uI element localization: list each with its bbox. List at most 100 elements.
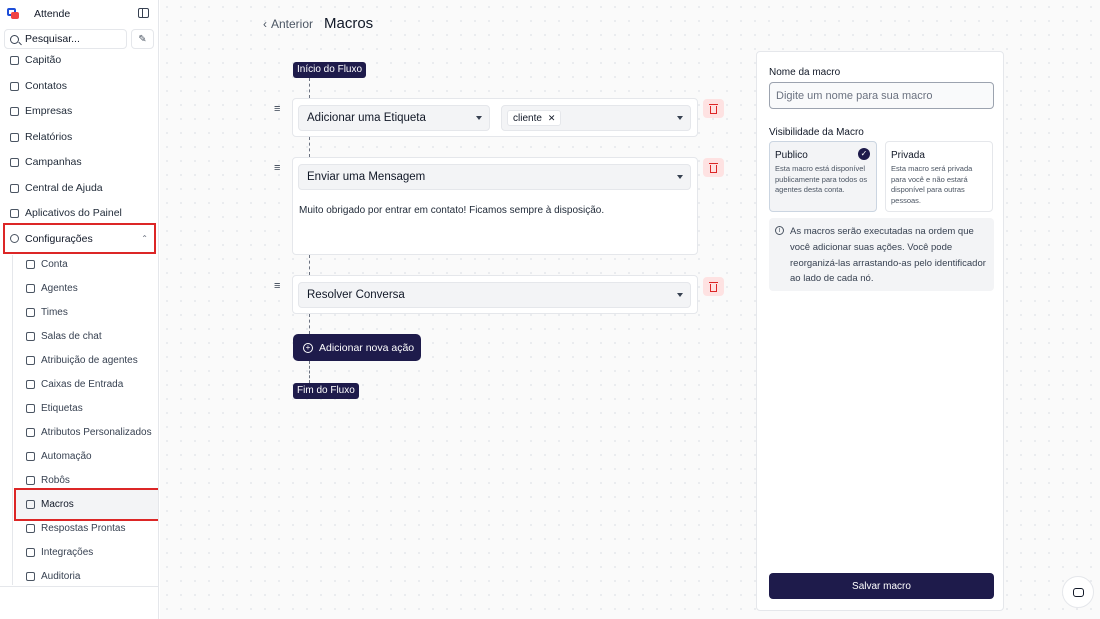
macro-settings-panel: Nome da macro Visibilidade da Macro Publ… <box>756 51 1004 611</box>
compose-button[interactable]: ✎ <box>131 29 154 49</box>
building-icon <box>10 106 19 116</box>
add-action-button[interactable]: + Adicionar nova ação <box>293 334 421 361</box>
sidebar-subitem-label: Robôs <box>41 474 70 486</box>
sidebar-subitem-audit[interactable]: Auditoria <box>26 568 80 584</box>
back-label: Anterior <box>271 17 314 31</box>
tag-select[interactable]: cliente ✕ <box>501 105 691 131</box>
sidebar-subitem-inboxes[interactable]: Caixas de Entrada <box>26 376 123 392</box>
action-type-value: Enviar uma Mensagem <box>307 171 426 183</box>
sidebar-subitem-agent-assignment[interactable]: Atribuição de agentes <box>26 352 138 368</box>
action-node: Adicionar uma Etiqueta cliente ✕ <box>292 98 698 137</box>
sidebar-subitem-bots[interactable]: Robôs <box>26 472 70 488</box>
user-assign-icon <box>26 355 35 365</box>
search-input[interactable]: Pesquisar... <box>4 29 127 49</box>
flow-connector <box>309 314 310 334</box>
submenu-guide-line <box>12 255 13 585</box>
sidebar-item-dashboard-apps[interactable]: Aplicativos do Painel <box>10 205 122 221</box>
visibility-public-option[interactable]: Publico Esta macro está disponível publi… <box>769 141 877 212</box>
save-macro-button[interactable]: Salvar macro <box>769 573 994 599</box>
sidebar-subitem-agents[interactable]: Agentes <box>26 280 78 296</box>
app-name: Attende <box>34 8 71 20</box>
grid-plus-icon <box>10 208 19 218</box>
divider <box>0 586 158 587</box>
canned-response-icon <box>26 523 35 533</box>
calendar-icon <box>26 500 35 509</box>
sidebar-subitem-automation[interactable]: Automação <box>26 448 92 464</box>
trash-icon <box>709 281 718 292</box>
back-link[interactable]: ‹ Anterior <box>263 17 313 31</box>
caret-down-icon <box>677 175 683 179</box>
sidebar-item-campaigns[interactable]: Campanhas <box>10 154 82 170</box>
visibility-private-desc: Esta macro será privada para você e não … <box>891 164 973 205</box>
line-chart-icon <box>10 132 19 142</box>
remove-tag-icon[interactable]: ✕ <box>548 113 556 124</box>
tag-chip: cliente ✕ <box>507 110 562 126</box>
action-node: Resolver Conversa <box>292 275 698 314</box>
sidebar-item-contacts[interactable]: Contatos <box>10 78 67 94</box>
sidebar-item-reports[interactable]: Relatórios <box>10 129 72 145</box>
briefcase-icon <box>26 259 35 269</box>
search-label: Pesquisar... <box>25 33 80 45</box>
sidebar-subitem-account[interactable]: Conta <box>26 256 68 272</box>
action-type-value: Resolver Conversa <box>307 289 405 301</box>
flow-connector <box>309 137 310 157</box>
sidebar-item-label: Aplicativos do Painel <box>25 207 122 219</box>
chat-bubble-icon <box>1072 587 1084 597</box>
sidebar-item-captain[interactable]: Capitão <box>10 52 61 68</box>
sidebar-toggle-icon[interactable] <box>138 8 149 18</box>
sidebar-subitem-macros[interactable]: Macros <box>14 488 158 521</box>
check-icon: ✓ <box>858 148 870 160</box>
flow-connector <box>309 255 310 275</box>
visibility-private-option[interactable]: Privada Esta macro será privada para voc… <box>885 141 993 212</box>
drag-handle-icon[interactable]: ≡ <box>274 162 280 174</box>
sidebar-subitem-integrations[interactable]: Integrações <box>26 544 93 560</box>
sidebar-subitem-label: Etiquetas <box>41 402 83 414</box>
action-type-select[interactable]: Adicionar uma Etiqueta <box>298 105 490 131</box>
chevron-up-icon: ⌃ <box>141 234 148 243</box>
sidebar-subitem-label: Respostas Prontas <box>41 522 126 534</box>
trash-icon <box>709 103 718 114</box>
action-node: Enviar uma Mensagem Muito obrigado por e… <box>292 157 698 255</box>
sidebar-item-label: Configurações <box>25 232 93 245</box>
message-textarea[interactable]: Muito obrigado por entrar em contato! Fi… <box>299 205 604 216</box>
sidebar-item-label: Central de Ajuda <box>25 182 103 194</box>
sidebar-subitem-label: Agentes <box>41 282 78 294</box>
plus-circle-icon: + <box>303 342 313 353</box>
sidebar-subitem-label: Integrações <box>41 546 94 558</box>
info-note: i As macros serão executadas na ordem qu… <box>769 218 994 291</box>
tag-icon <box>26 403 35 413</box>
team-icon <box>26 307 35 317</box>
sidebar-item-settings[interactable]: Configurações ⌃ <box>3 223 156 254</box>
sidebar-item-companies[interactable]: Empresas <box>10 103 72 119</box>
action-type-select[interactable]: Enviar uma Mensagem <box>298 164 691 190</box>
chat-widget-button[interactable] <box>1062 576 1094 608</box>
macro-name-label: Nome da macro <box>769 67 841 78</box>
delete-action-button[interactable] <box>703 158 724 177</box>
sidebar-subitem-canned-responses[interactable]: Respostas Prontas <box>26 520 126 536</box>
sidebar-subitem-chat-rooms[interactable]: Salas de chat <box>26 328 102 344</box>
sidebar-subitem-teams[interactable]: Times <box>26 304 68 320</box>
inbox-icon <box>26 379 35 389</box>
integration-icon <box>26 547 35 557</box>
sidebar-subitem-label: Macros <box>41 499 74 510</box>
megaphone-icon <box>10 157 19 167</box>
drag-handle-icon[interactable]: ≡ <box>274 103 280 115</box>
macro-name-input[interactable] <box>769 82 994 109</box>
chevron-left-icon: ‹ <box>263 17 267 31</box>
sidebar-item-help-center[interactable]: Central de Ajuda <box>10 180 103 196</box>
delete-action-button[interactable] <box>703 277 724 296</box>
brand: Attende <box>6 6 153 22</box>
trash-icon <box>709 162 718 173</box>
delete-action-button[interactable] <box>703 99 724 118</box>
visibility-label: Visibilidade da Macro <box>769 127 864 138</box>
sidebar-subitem-label: Atributos Personalizados <box>41 426 152 438</box>
app-logo-icon <box>6 7 20 21</box>
sidebar-subitem-custom-attributes[interactable]: Atributos Personalizados <box>26 424 152 440</box>
action-type-select[interactable]: Resolver Conversa <box>298 282 691 308</box>
drag-handle-icon[interactable]: ≡ <box>274 280 280 292</box>
flow-end-badge: Fim do Fluxo <box>293 383 359 399</box>
sidebar-subitem-label: Auditoria <box>41 570 81 582</box>
caret-down-icon <box>677 116 683 120</box>
visibility-public-desc: Esta macro está disponível publicamente … <box>775 164 868 194</box>
sidebar-subitem-labels[interactable]: Etiquetas <box>26 400 83 416</box>
